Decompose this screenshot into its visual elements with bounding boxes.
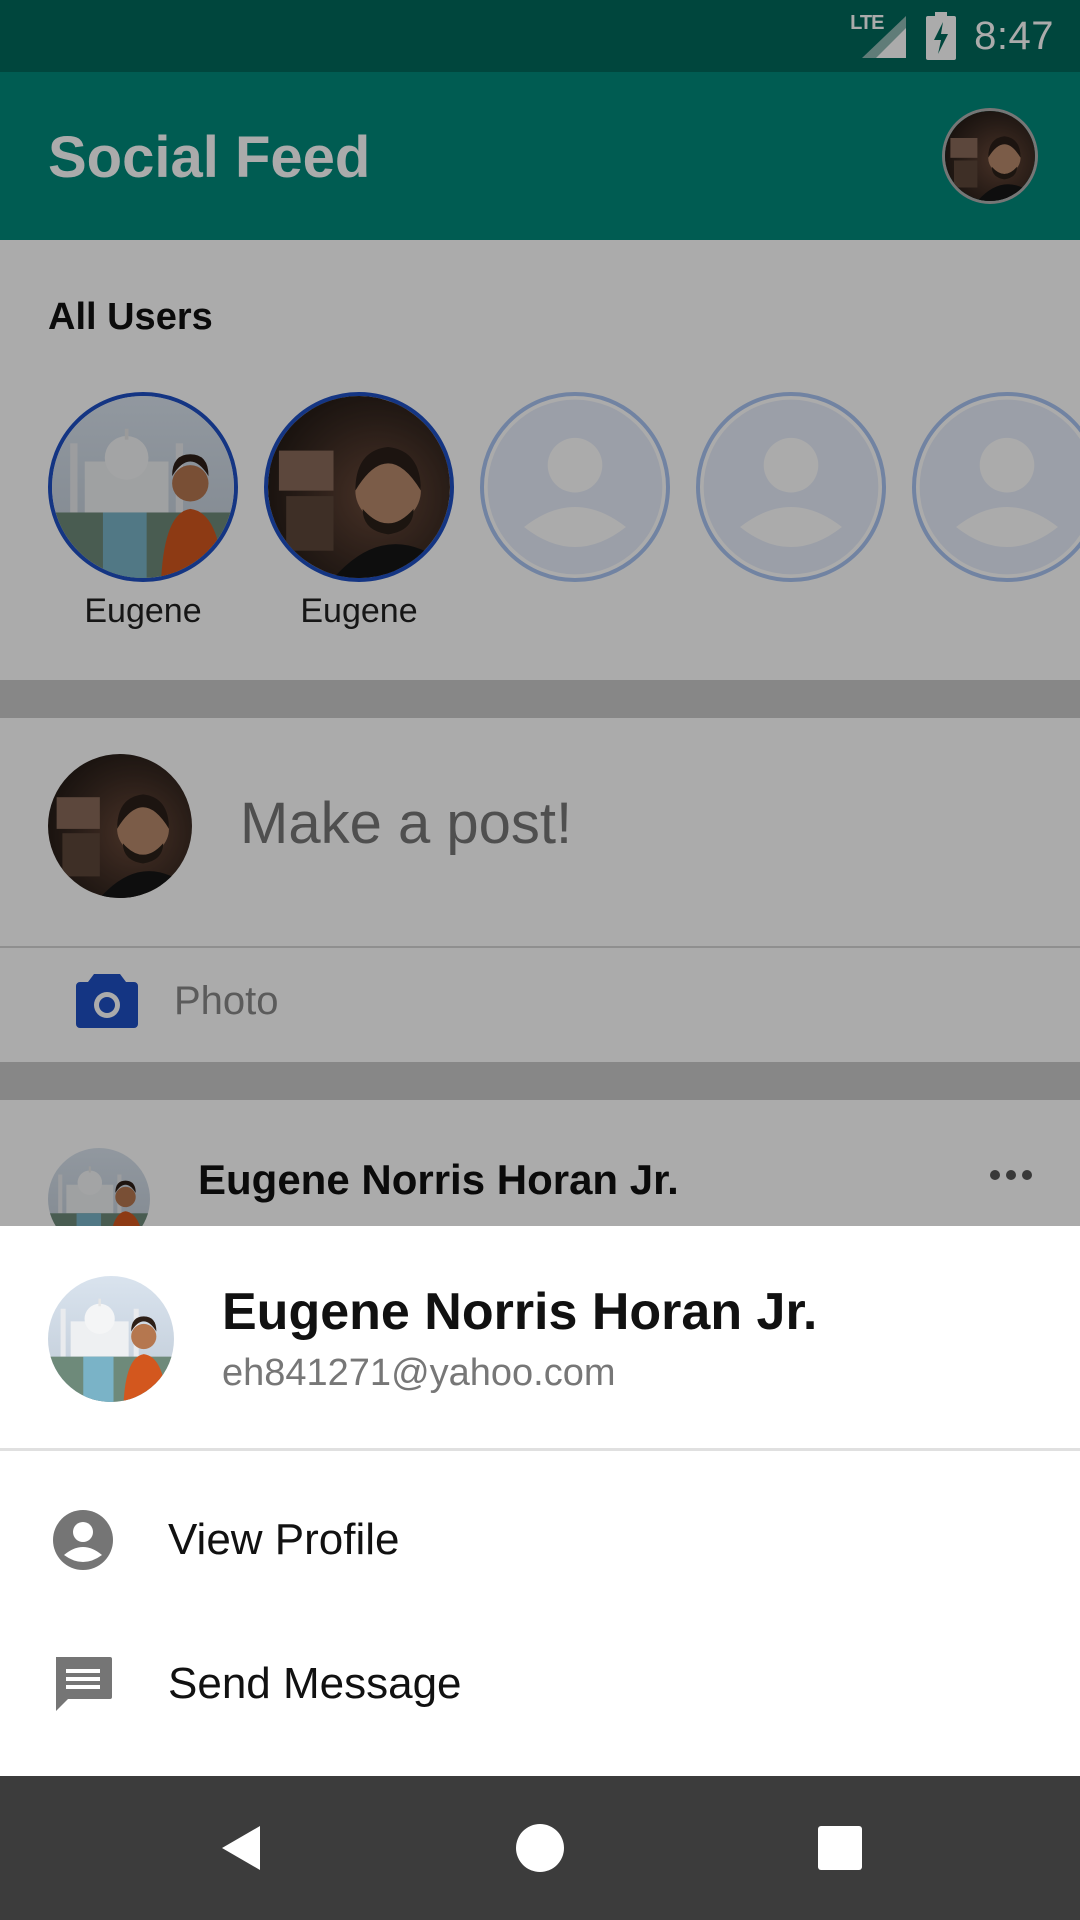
sheet-user-email: eh841271@yahoo.com — [222, 1352, 616, 1394]
send-message-label: Send Message — [168, 1659, 462, 1708]
divider — [0, 946, 1080, 948]
photo-button[interactable]: Photo — [76, 974, 279, 1028]
status-icons: LTE 8:47 — [850, 10, 1054, 62]
message-icon — [52, 1653, 114, 1715]
post-input[interactable]: Make a post! — [240, 790, 572, 857]
user-avatar[interactable] — [264, 392, 454, 582]
users-section-title: All Users — [48, 296, 213, 338]
composer-avatar — [48, 754, 192, 898]
post-composer: Make a post! Photo — [0, 718, 1080, 1062]
users-section: All Users Eugene Eugene — [0, 240, 1080, 680]
photo-label: Photo — [174, 978, 279, 1023]
battery-charging-icon — [926, 12, 957, 60]
more-options-icon[interactable] — [990, 1170, 1032, 1180]
camera-icon — [76, 974, 138, 1028]
account-circle-icon — [52, 1509, 114, 1571]
user-avatar-placeholder[interactable] — [480, 392, 670, 582]
user-avatar[interactable] — [48, 392, 238, 582]
view-profile-label: View Profile — [168, 1515, 400, 1564]
app-bar: Social Feed — [0, 72, 1080, 240]
back-icon[interactable] — [214, 1822, 266, 1874]
sheet-user-name: Eugene Norris Horan Jr. — [222, 1283, 818, 1341]
user-name: Eugene — [84, 592, 202, 630]
divider — [0, 1448, 1080, 1451]
status-bar: LTE 8:47 — [0, 0, 1080, 72]
sheet-avatar — [48, 1276, 174, 1402]
recents-icon[interactable] — [814, 1822, 866, 1874]
user-name: Eugene — [300, 592, 418, 630]
system-nav-bar — [0, 1776, 1080, 1920]
view-profile-button[interactable]: View Profile — [0, 1468, 1080, 1612]
home-icon[interactable] — [514, 1822, 566, 1874]
signal-icon: LTE — [850, 12, 908, 60]
feed-post: Eugene Norris Horan Jr. — [0, 1100, 1080, 1230]
profile-avatar[interactable] — [942, 108, 1038, 204]
post-author-name[interactable]: Eugene Norris Horan Jr. — [198, 1156, 679, 1204]
clock: 8:47 — [974, 13, 1054, 58]
user-bottom-sheet: Eugene Norris Horan Jr. eh841271@yahoo.c… — [0, 1226, 1080, 1776]
page-title: Social Feed — [48, 125, 371, 190]
user-avatar-placeholder[interactable] — [696, 392, 886, 582]
user-avatar-placeholder[interactable] — [912, 392, 1080, 582]
send-message-button[interactable]: Send Message — [0, 1612, 1080, 1756]
